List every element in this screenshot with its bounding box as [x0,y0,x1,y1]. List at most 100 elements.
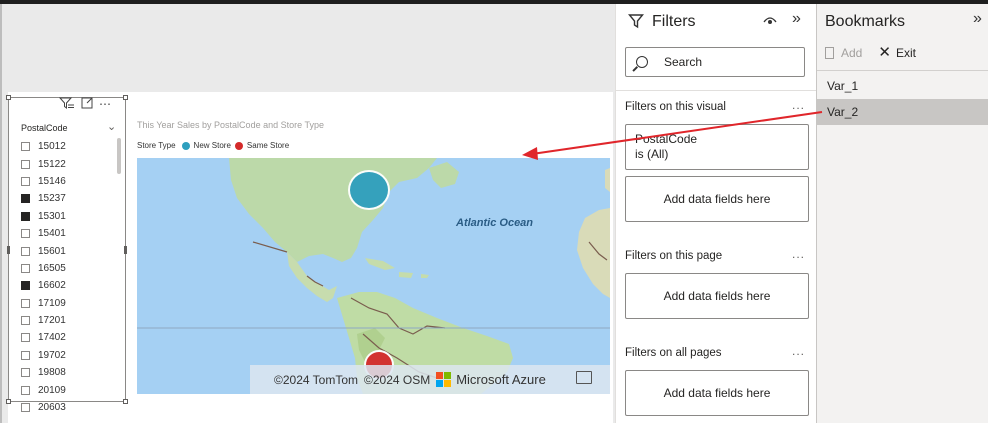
more-options-icon[interactable]: ... [792,344,805,358]
filters-title: Filters [652,13,696,30]
slicer-item-label: 15012 [38,141,66,153]
checkbox[interactable] [21,263,30,273]
search-icon [636,56,648,68]
checkbox[interactable] [21,229,30,239]
slicer-item[interactable]: 16602 [21,277,117,294]
add-bookmark-button[interactable]: Add [825,46,862,60]
add-data-fields-all[interactable]: Add data fields here [625,370,809,416]
map-title: This Year Sales by PostalCode and Store … [137,120,324,130]
slicer-item[interactable]: 17402 [21,329,117,346]
slicer-item-label: 16602 [38,280,66,292]
filters-pane: Filters » Filters on this visual ... Pos… [615,4,817,423]
slicer-item[interactable]: 20109 [21,381,117,398]
slicer-item-label: 15301 [38,210,66,222]
resize-handle[interactable] [124,246,127,254]
checkbox[interactable] [21,176,30,186]
checkbox[interactable] [21,403,30,413]
slicer-item[interactable]: 15146 [21,173,117,190]
bookmark-icon [825,47,834,59]
bookmark-item-var-2[interactable]: Var_2 [817,99,988,125]
legend-label-same-store: Same Store [246,141,290,150]
map-area[interactable] [137,158,610,394]
slicer-item[interactable]: 19808 [21,364,117,381]
slicer-item[interactable]: 15401 [21,225,117,242]
microsoft-logo-icon [436,372,452,387]
slicer-item-label: 16505 [38,262,66,274]
slicer-item[interactable]: 15601 [21,242,117,259]
checkbox[interactable] [21,194,30,204]
postalcode-filter-card[interactable]: PostalCode is (All) [625,124,809,170]
bubble-new-store[interactable] [348,170,390,210]
collapse-filters-icon[interactable]: » [792,10,801,28]
checkbox[interactable] [21,385,30,395]
resize-handle[interactable] [123,399,128,404]
add-data-fields-page[interactable]: Add data fields here [625,273,809,319]
legend-dot-same-store [234,141,243,150]
more-options-icon[interactable]: ⋯ [99,98,111,110]
attribution-tomtom: ©2024 TomTom [274,372,358,387]
filter-field-name: PostalCode [635,132,698,146]
slicer-header: PostalCode [21,123,68,133]
checkbox[interactable] [21,281,30,291]
collapse-bookmarks-icon[interactable]: » [973,10,982,28]
map-attribution: ©2024 TomTom ©2024 OSM Microsoft Azure [250,365,610,394]
map-legend: Store Type New Store Same Store [137,141,289,150]
slicer-item-label: 17201 [38,315,66,327]
slicer-item[interactable]: 17201 [21,312,117,329]
bookmarks-toolbar: Add ✕ Exit [825,45,916,60]
slicer-item[interactable]: 16505 [21,260,117,277]
slicer-item-label: 15401 [38,228,66,240]
checkbox[interactable] [21,159,30,169]
add-label: Add [841,46,863,60]
resize-handle[interactable] [6,399,11,404]
checkbox[interactable] [21,211,30,221]
section-all: Filters on all pages [625,347,722,359]
more-options-icon[interactable]: ... [792,98,805,112]
checkbox[interactable] [21,350,30,360]
divider [817,70,988,71]
slicer-item-label: 15237 [38,193,66,205]
legend-dot-new-store [181,141,190,150]
bookmark-item-var-1[interactable]: Var_1 [817,73,988,99]
more-options-icon[interactable]: ... [792,247,805,261]
legend-label-new-store: New Store [193,141,231,150]
slicer-item-label: 20109 [38,384,66,396]
chevron-down-icon[interactable]: ⌄ [107,120,116,133]
resize-handle[interactable] [6,95,11,100]
slicer-item[interactable]: 15122 [21,155,117,172]
section-visual: Filters on this visual [625,101,726,113]
exit-label: Exit [895,46,916,60]
slicer-item[interactable]: 20603 [21,399,117,416]
slicer-item[interactable]: 15237 [21,190,117,207]
resize-handle[interactable] [123,95,128,100]
slicer-item[interactable]: 15012 [21,138,117,155]
checkbox[interactable] [21,316,30,326]
slicer-item-label: 15146 [38,175,66,187]
checkbox[interactable] [21,298,30,308]
divider [616,90,816,91]
slicer-item-label: 17402 [38,332,66,344]
slicer-item-label: 20603 [38,402,66,414]
checkbox[interactable] [21,142,30,152]
filter-search[interactable] [625,47,805,77]
checkbox[interactable] [21,246,30,256]
slicer-item-label: 17109 [38,297,66,309]
slicer-item[interactable]: 19702 [21,347,117,364]
filter-icon[interactable] [58,97,75,111]
search-input[interactable] [664,55,784,69]
checkbox[interactable] [21,368,30,378]
slicer-item-label: 19808 [38,367,66,379]
feedback-icon[interactable] [576,371,592,384]
resize-handle[interactable] [7,246,10,254]
attribution-osm: ©2024 OSM [364,372,431,387]
focus-mode-icon[interactable] [81,97,93,111]
slicer-item[interactable]: 17109 [21,295,117,312]
slicer-item[interactable]: 15301 [21,208,117,225]
checkbox[interactable] [21,333,30,343]
eye-icon[interactable] [763,15,777,29]
filter-state: is (All) [635,147,669,161]
postalcode-slicer[interactable]: ⋯ PostalCode ⌄ 15012 15122 15146 15237 15301… [6,95,128,413]
exit-button[interactable]: ✕ Exit [878,45,916,60]
add-data-fields-visual[interactable]: Add data fields here [625,176,809,222]
scrollbar[interactable] [117,138,121,174]
